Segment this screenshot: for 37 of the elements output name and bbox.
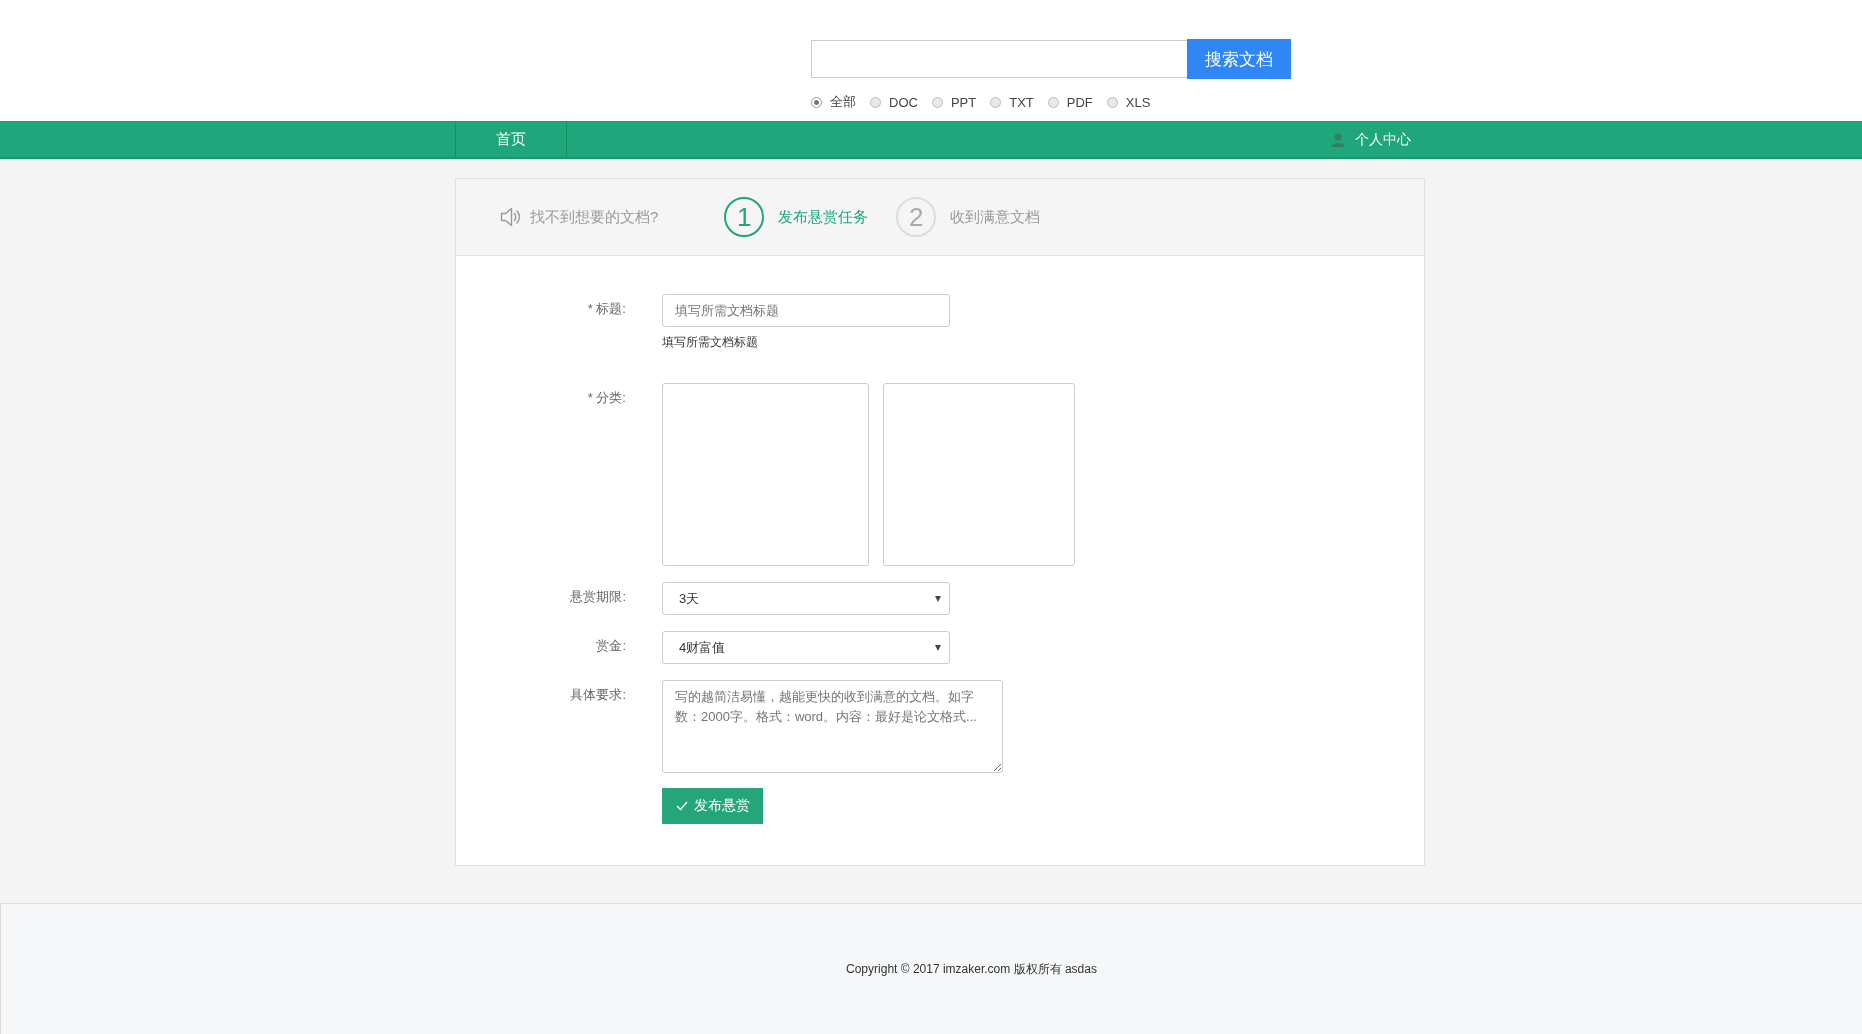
copyright-text: Copyright © 2017 imzaker.com 版权所有 asdas [846,960,1097,978]
radio-button[interactable] [811,96,822,108]
radio-button[interactable] [990,96,1002,108]
radio-button[interactable] [1106,96,1118,108]
field-label: 具体要求: [569,686,627,704]
caret-icon [935,595,941,602]
caret-icon [935,644,941,651]
field-label: * 标题: [586,300,627,318]
radio-label[interactable]: DOC [889,94,918,110]
step-label: 收到满意文档 [950,207,1041,227]
radio-label[interactable]: TXT [1009,94,1034,110]
check-icon [675,801,688,811]
search-button[interactable]: 搜索文档 [1187,39,1291,79]
dropdown[interactable]: 3天 [662,582,950,615]
radio-label[interactable]: 全部 [830,93,856,111]
search-field[interactable] [811,40,1187,78]
speaker-icon [500,207,522,227]
requirements-field[interactable]: 写的越简洁易懂，越能更快的收到满意的文档。如字数：2000字。格式：word。内容：最好是论文格式... [662,680,1003,773]
prompt-text: 找不到想要的文档? [530,207,659,227]
step-number: 1 [724,197,765,237]
field-label: 赏金: [595,637,627,655]
dropdown[interactable]: 4财富值 [662,631,950,664]
field-label: 悬赏期限: [569,588,627,606]
hint-text: 填写所需文档标题 [662,334,759,351]
step-label: 发布悬赏任务 [778,207,869,227]
user-icon [1331,132,1345,147]
radio-button[interactable] [1047,96,1059,108]
radio-button[interactable] [931,96,943,108]
title-input[interactable]: 填写所需文档标题 [662,294,950,327]
radio-button[interactable] [870,96,881,108]
field-label: * 分类: [586,389,627,407]
radio-label[interactable]: PPT [950,94,977,110]
radio-label[interactable]: XLS [1125,94,1151,110]
category-list[interactable] [662,383,869,566]
subcategory-list[interactable] [883,383,1075,566]
radio-label[interactable]: PDF [1066,94,1093,110]
step-number: 2 [896,197,937,237]
